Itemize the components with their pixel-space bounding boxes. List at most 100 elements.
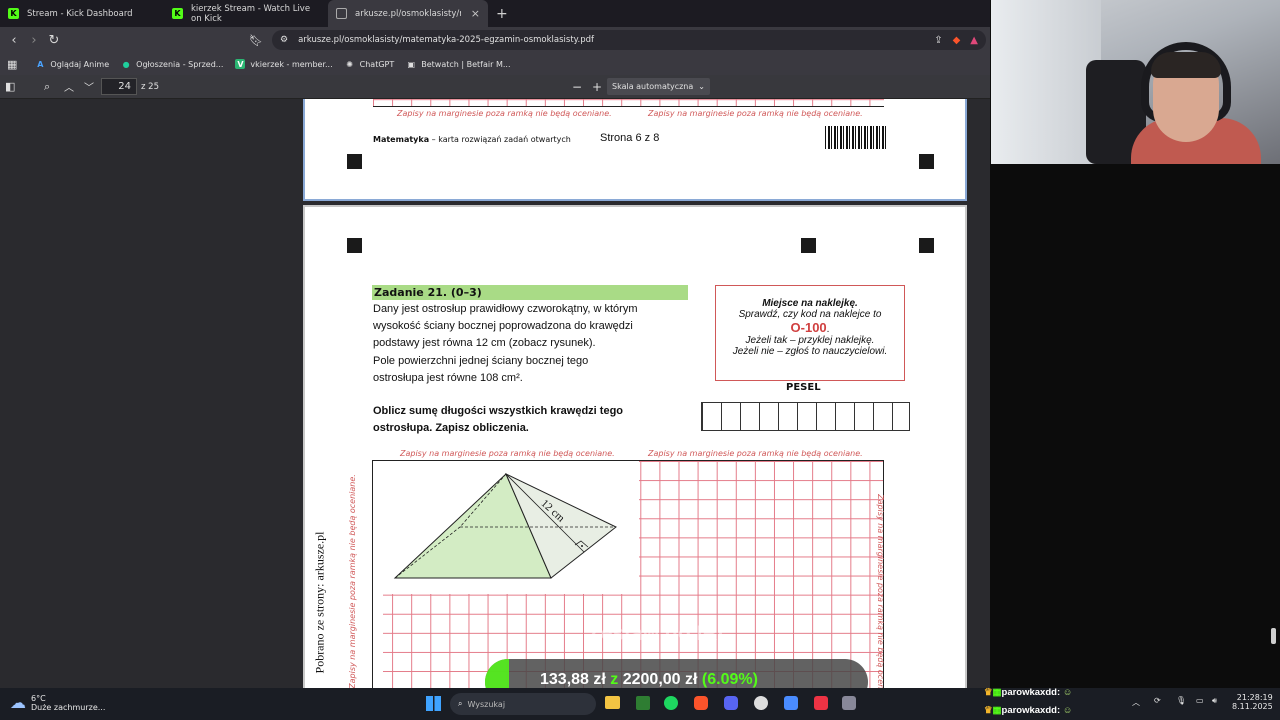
page-footer: Matematyka – karta rozwiązań zadań otwar… [373,135,571,144]
footer-desc: – karta rozwiązań zadań otwartych [429,135,571,144]
chevron-down-icon: ⌄ [698,82,705,91]
bookmark-item[interactable]: A Oglądaj Anime [35,59,109,69]
bookmark-item[interactable]: V vkierzek - member... [235,59,333,69]
answer-grid[interactable]: 12 cm [372,460,884,688]
margin-note: Zapisy na marginesie poza ramką nie będą… [397,109,612,118]
task-text: Dany jest ostrosłup prawidłowy czworokąt… [373,301,693,387]
weather-widget[interactable]: ☁︎ 6°C Duże zachmurze... [10,693,105,712]
back-icon[interactable]: ‹ [4,33,24,48]
bookmark-item[interactable]: ✺ ChatGPT [345,59,395,69]
sticker-line: Jeżeli nie – zgłoś to nauczycielowi. [732,346,888,357]
page-label: Strona 6 z 8 [600,132,660,144]
apps-icon[interactable]: ▦ [7,58,17,71]
network-icon[interactable]: ⟳ [1154,696,1161,705]
bookmark-label: Ogłoszenia - Sprzed... [136,59,224,69]
pesel-label: PESEL [786,382,821,393]
goal-current: 133,88 zł [540,671,606,688]
bookmark-item[interactable]: ▣ Betwatch | Betfair M... [406,59,510,69]
footer-subject: Matematyka [373,135,430,144]
tray-chevron-icon[interactable]: ︿ [1132,697,1140,708]
clock[interactable]: 21:28:19 8.11.2025 [1232,693,1273,711]
white-region [373,594,383,688]
scrollbar-thumb[interactable] [1271,628,1276,644]
corner-marker [347,154,362,169]
sticker-code-row: O-100. [790,320,830,335]
sticker-box: Miejsce na naklejkę. Sprawdź, czy kod na… [715,285,905,381]
zoom-select[interactable]: Skala automatyczna ⌄ [607,78,710,95]
app-icon[interactable] [842,696,856,710]
goal-target: 2200,00 zł [622,671,698,688]
tab-kick-dashboard[interactable]: K Stream - Kick Dashboard [0,0,164,27]
spotify-icon[interactable] [664,696,678,710]
crown-icon: ♛ [984,687,993,698]
betwatch-icon: ▣ [407,59,416,69]
microphone-icon[interactable]: 🎙︎ [1176,696,1186,705]
brave-icon[interactable] [694,696,708,710]
pdf-toolbar: ◧ ⌕ ︿ ﹀ 24 z 25 − + Skala automatyczna ⌄ [0,75,990,99]
bookmark-icon[interactable]: 🔖︎ [249,34,263,47]
weather-temp: 6°C [31,693,46,703]
v-icon: V [235,59,246,69]
address-bar[interactable]: ⚙︎ arkusze.pl/osmoklasisty/matematyka-20… [272,30,986,50]
new-tab-button[interactable]: + [496,6,508,22]
pdf-page-current: Zadanie 21. (0–3) Dany jest ostrosłup pr… [303,205,967,688]
app-icon[interactable] [814,696,828,710]
site-settings-icon[interactable]: ⚙︎ [280,35,288,45]
kick-icon: K [8,8,19,19]
clock-time: 21:28:19 [1236,693,1273,702]
task-command: Oblicz sumę długości wszystkich krawędzi… [373,403,623,436]
corner-marker [919,154,934,169]
forward-icon[interactable]: › [24,33,44,48]
brave-shield-icon[interactable]: ◆ [953,35,961,46]
volume-icon[interactable]: 🔊︎ [1212,696,1217,706]
discord-icon[interactable] [724,696,738,710]
bookmark-label: vkierzek - member... [250,59,333,69]
terminal-icon[interactable] [636,696,650,710]
tab-kick-stream[interactable]: K kierzek Stream - Watch Live on Kick [164,0,328,27]
reload-icon[interactable]: ↻ [44,33,64,48]
goal-title: Zestaw do IRL [588,622,731,645]
tab-bar: K Stream - Kick Dashboard K kierzek Stre… [0,0,990,27]
pdf-page-previous: Zapisy na marginesie poza ramką nie będą… [303,99,967,201]
obs-icon[interactable] [754,696,768,710]
badge-icon: ▦ [992,687,1002,698]
pyramid-figure [393,472,617,579]
chat-user: parowkaxdd: [1001,705,1061,716]
sticker-code: O-100 [790,320,827,335]
zoom-out-icon[interactable]: − [572,80,582,94]
page-number-input[interactable]: 24 [101,78,137,95]
task-title: Zadanie 21. (0–3) [372,285,688,300]
display-icon[interactable]: ▭ [1196,696,1204,705]
find-icon[interactable]: ⌕ [44,80,50,94]
next-page-icon[interactable]: ﹀ [84,79,94,94]
sidebar-toggle-icon[interactable]: ◧ [5,80,15,93]
emote-icon: ☺ [1062,705,1073,716]
navigation-bar: ‹ › ↻ 🔖︎ ⚙︎ arkusze.pl/osmoklasisty/mate… [0,27,990,53]
previous-page-icon[interactable]: ︿ [64,79,74,94]
chat-user: parowkaxdd: [1001,687,1061,698]
chatgpt-icon: ✺ [346,59,353,69]
answer-grid [373,99,884,107]
taskbar-search[interactable]: ⌕ Wyszukaj [450,693,596,715]
search-placeholder: Wyszukaj [467,699,506,709]
task-line: Dany jest ostrosłup prawidłowy czworokąt… [373,303,638,315]
sticker-line: Sprawdź, czy kod na naklejce to [738,309,882,320]
bookmarks-bar: ▦ A Oglądaj Anime ● Ogłoszenia - Sprzed.… [0,53,990,75]
emote-icon: ☺ [1062,687,1073,698]
share-icon[interactable]: ⇪ [934,35,942,46]
pdf-viewport[interactable]: Zapisy na marginesie poza ramką nie będą… [0,99,990,688]
margin-note: Zapisy na marginesie poza ramką nie będą… [648,449,863,458]
close-icon[interactable]: × [471,7,480,20]
bookmark-label: ChatGPT [359,59,395,69]
chat-overlay: ♛▦parowkaxdd: ☺ ♛▦parowkaxdd: ☺ [984,684,1072,720]
app-icon[interactable] [784,696,798,710]
url-text: arkusze.pl/osmoklasisty/matematyka-2025-… [298,35,594,45]
rewards-icon[interactable]: ▲ [970,35,978,46]
bookmark-item[interactable]: ● Ogłoszenia - Sprzed... [121,59,224,69]
file-explorer-icon[interactable] [605,696,620,709]
zoom-in-icon[interactable]: + [592,80,602,94]
windows-start-icon[interactable] [426,696,441,711]
task-line: podstawy jest równa 12 cm (zobacz rysune… [373,337,596,350]
task-line: Pole powierzchni jednej ściany bocznej t… [373,354,589,367]
tab-pdf[interactable]: arkusze.pl/osmoklasisty/matema × [328,0,488,27]
